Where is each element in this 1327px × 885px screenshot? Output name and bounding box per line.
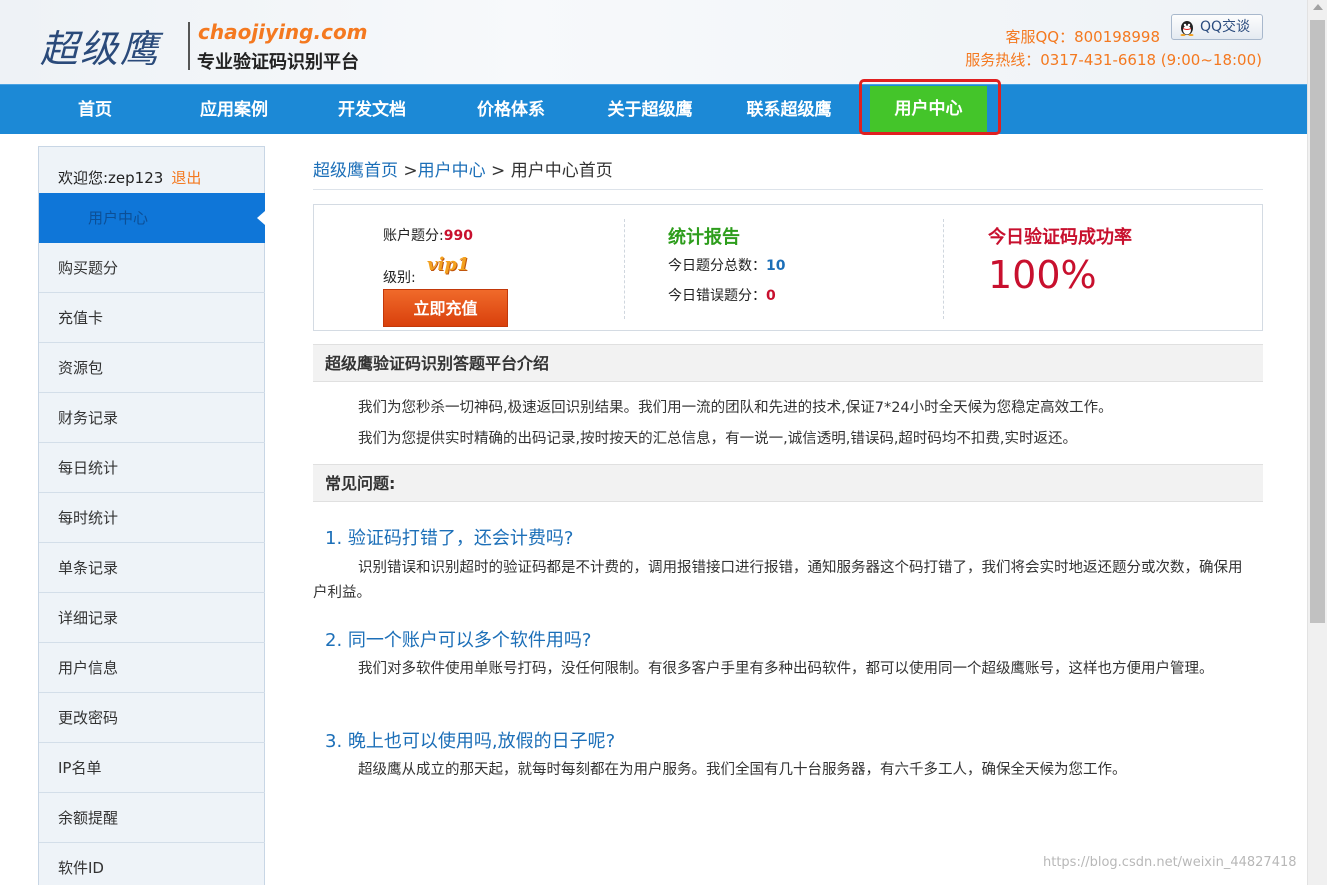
nav-docs[interactable]: 开发文档	[322, 85, 422, 135]
today-total-label: 今日题分总数：	[668, 258, 766, 274]
logout-link[interactable]: 退出	[171, 169, 201, 187]
user-center-highlight-box	[859, 79, 1001, 135]
faq-question: 2. 同一个账户可以多个软件用吗?	[325, 630, 592, 651]
success-rate-value: 100%	[988, 253, 1097, 297]
breadcrumb-user-center-link[interactable]: 用户中心	[418, 161, 486, 181]
faq-answer: 我们对多软件使用单账号打码，没任何限制。有很多客户手里有多种出码软件，都可以使用…	[358, 661, 1214, 677]
logo-script[interactable]: 超级鹰	[40, 18, 160, 73]
sidebar-item-user-center[interactable]: 用户中心	[39, 193, 265, 243]
account-points-label: 账户题分:	[383, 228, 444, 244]
sidebar-item-change-password[interactable]: 更改密码	[39, 693, 265, 743]
sidebar-item-resource-pack[interactable]: 资源包	[39, 343, 265, 393]
success-rate-title: 今日验证码成功率	[988, 227, 1132, 248]
breadcrumb-divider	[313, 189, 1263, 190]
today-total-value: 10	[766, 258, 786, 274]
sidebar-item-single-records[interactable]: 单条记录	[39, 543, 265, 593]
logo-domain[interactable]: chaojiying.com	[198, 20, 368, 44]
today-error-points: 今日错误题分：0	[668, 285, 776, 305]
welcome-line: 欢迎您:zep123 退出	[58, 167, 201, 188]
sidebar-item-detailed-records[interactable]: 详细记录	[39, 593, 265, 643]
account-points-value: 990	[443, 228, 473, 244]
main-nav: 首页 应用案例 开发文档 价格体系 关于超级鹰 联系超级鹰 用户中心	[0, 84, 1307, 134]
breadcrumb-home-link[interactable]: 超级鹰首页	[313, 161, 398, 181]
sidebar-item-finance-records[interactable]: 财务记录	[39, 393, 265, 443]
breadcrumb-separator: >	[485, 161, 511, 181]
nav-home[interactable]: 首页	[45, 85, 145, 135]
qq-penguin-icon	[1180, 21, 1194, 36]
welcome-text: 欢迎您:zep123	[58, 169, 164, 187]
sidebar-item-recharge-card[interactable]: 充值卡	[39, 293, 265, 343]
intro-paragraph: 我们为您秒杀一切神码,极速返回识别结果。我们用一流的团队和先进的技术,保证7*2…	[358, 400, 1113, 416]
sidebar-item-balance-alert[interactable]: 余额提醒	[39, 793, 265, 843]
level-label: 级别:	[383, 270, 416, 286]
nav-about[interactable]: 关于超级鹰	[594, 85, 706, 135]
breadcrumb-current: 用户中心首页	[510, 161, 613, 181]
intro-paragraph: 我们为您提供实时精确的出码记录,按时按天的汇总信息，有一说一,诚信透明,错误码,…	[358, 431, 1078, 447]
breadcrumb-separator: >	[398, 161, 418, 181]
faq-section-header: 常见问题:	[313, 464, 1263, 502]
site-header: 超级鹰 chaojiying.com 专业验证码识别平台 客服QQ：800198…	[0, 0, 1307, 84]
active-arrow-icon	[257, 211, 265, 225]
qq-chat-button[interactable]: QQ交谈	[1171, 14, 1263, 40]
nav-cases[interactable]: 应用案例	[184, 85, 284, 135]
sidebar-item-software-id[interactable]: 软件ID	[39, 843, 265, 885]
sidebar-item-user-info[interactable]: 用户信息	[39, 643, 265, 693]
logo-divider	[188, 22, 190, 70]
sidebar-item-ip-list[interactable]: IP名单	[39, 743, 265, 793]
vip-level-badge: vip1	[427, 254, 470, 275]
service-hotline: 服务热线：0317-431-6618 (9:00~18:00)	[965, 51, 1262, 69]
logo-tagline: 专业验证码识别平台	[197, 52, 359, 73]
today-total-points: 今日题分总数：10	[668, 255, 785, 275]
stats-divider	[943, 219, 944, 319]
today-error-label: 今日错误题分：	[668, 288, 766, 304]
today-error-value: 0	[766, 288, 776, 304]
account-stats-panel: 账户题分:990 vip1 级别: 立即充值 统计报告 今日题分总数：10 今日…	[313, 204, 1263, 331]
vertical-scrollbar[interactable]	[1307, 0, 1327, 885]
breadcrumb: 超级鹰首页 >用户中心 > 用户中心首页	[313, 156, 613, 181]
qq-chat-label: QQ交谈	[1200, 19, 1251, 35]
nav-contact[interactable]: 联系超级鹰	[733, 85, 845, 135]
faq-answer: 识别错误和识别超时的验证码都是不计费的，调用报错接口进行报错，通知服务器这个码打…	[313, 560, 1243, 601]
scrollbar-thumb[interactable]	[1310, 20, 1325, 623]
report-title: 统计报告	[668, 227, 740, 248]
faq-answer: 超级鹰从成立的那天起，就每时每刻都在为用户服务。我们全国有几十台服务器，有六千多…	[358, 762, 1127, 778]
nav-pricing[interactable]: 价格体系	[461, 85, 561, 135]
recharge-button[interactable]: 立即充值	[383, 289, 508, 327]
scroll-up-arrow-icon[interactable]	[1313, 4, 1323, 10]
account-points: 账户题分:990	[383, 225, 473, 245]
sidebar: 欢迎您:zep123 退出 用户中心 购买题分 充值卡 资源包 财务记录 每日统计…	[38, 146, 265, 885]
intro-section-header: 超级鹰验证码识别答题平台介绍	[313, 344, 1263, 382]
sidebar-item-hourly-stats[interactable]: 每时统计	[39, 493, 265, 543]
stats-divider	[624, 219, 625, 319]
sidebar-item-buy-points[interactable]: 购买题分	[39, 243, 265, 293]
qq-service-text: 客服QQ：800198998	[1005, 28, 1160, 46]
sidebar-item-daily-stats[interactable]: 每日统计	[39, 443, 265, 493]
sidebar-item-label: 用户中心	[88, 209, 149, 227]
faq-question: 1. 验证码打错了，还会计费吗?	[325, 528, 574, 549]
faq-question: 3. 晚上也可以使用吗,放假的日子呢?	[325, 731, 616, 752]
watermark: https://blog.csdn.net/weixin_44827418	[1043, 855, 1297, 870]
